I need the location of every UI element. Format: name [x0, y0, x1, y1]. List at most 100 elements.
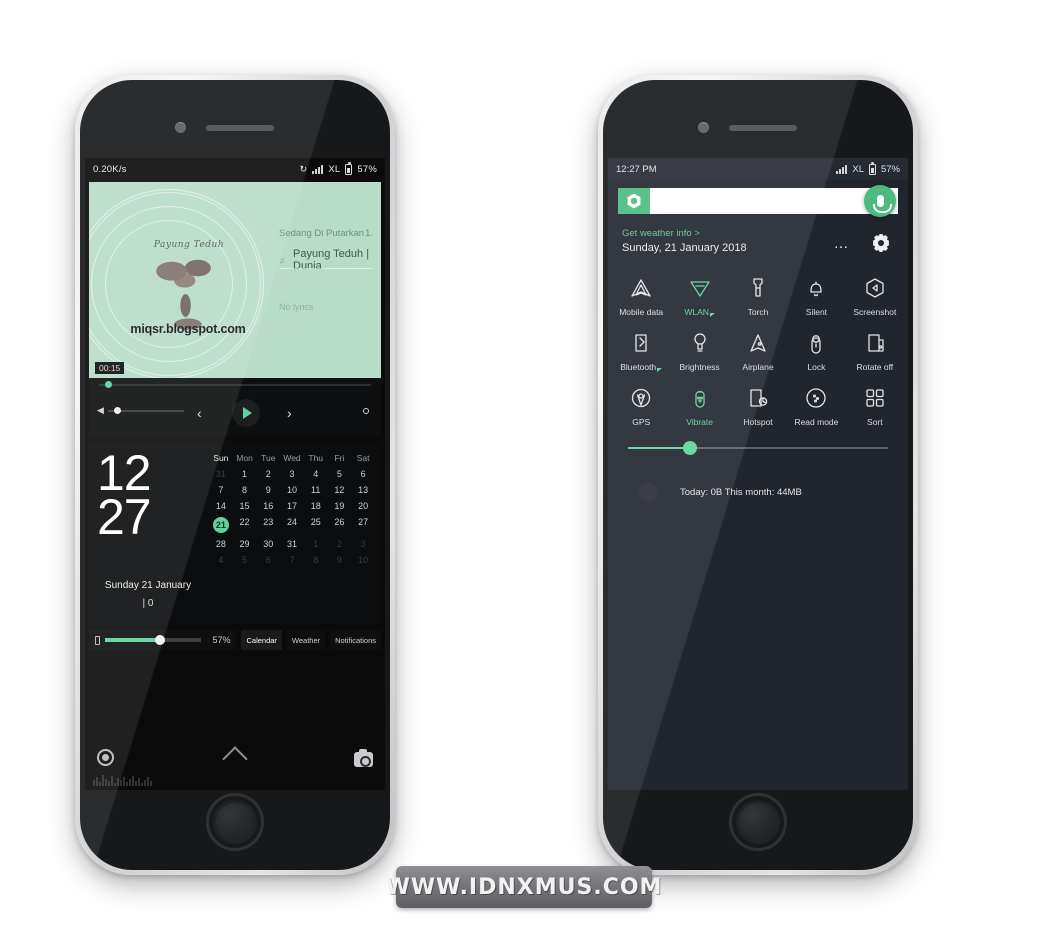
toggle-label: Bluetooth [620, 362, 663, 372]
calendar-day-cell[interactable]: 5 [328, 469, 352, 479]
volume-knob[interactable] [113, 406, 121, 414]
google-hex-icon[interactable] [618, 188, 650, 214]
toggle-silent[interactable]: Silent [787, 276, 845, 317]
gear-icon[interactable] [872, 234, 890, 252]
toggle-wlan[interactable]: WLAN [670, 276, 728, 317]
calendar-day-cell[interactable]: 9 [328, 555, 352, 565]
calendar-day-cell[interactable]: 19 [328, 501, 352, 511]
calendar-day-cell[interactable]: 10 [351, 555, 375, 565]
tab-calendar[interactable]: Calendar [241, 630, 282, 650]
calendar-day-cell[interactable]: 5 [233, 555, 257, 565]
calendar-day-cell[interactable]: 30 [256, 539, 280, 549]
toggle-sort[interactable]: Sort [846, 386, 904, 427]
toggle-vibrate[interactable]: Vibrate [670, 386, 728, 427]
calendar-day-cell[interactable]: 31 [209, 469, 233, 479]
toggle-row-3: GPS Vibrate Hotspot Read mode Sort [612, 386, 904, 427]
toggle-torch[interactable]: Torch [729, 276, 787, 317]
home-button[interactable] [730, 794, 786, 850]
calendar-day-cell[interactable]: 11 [304, 485, 328, 495]
music-widget[interactable]: Payung Teduh miqsr.blogspot.com Sedang D… [89, 182, 381, 436]
toggle-bluetooth[interactable]: Bluetooth [612, 331, 670, 372]
seek-bar[interactable] [89, 378, 381, 392]
calendar-day-cell[interactable]: 9 [256, 485, 280, 495]
calendar-day-cell[interactable]: 6 [351, 469, 375, 479]
tab-notifications[interactable]: Notifications [330, 630, 381, 650]
toggle-rotate-off[interactable]: Rotate off [846, 331, 904, 372]
search-input[interactable] [650, 188, 898, 214]
phone-left-top-bezel [80, 80, 390, 158]
calendar-day-cell[interactable]: 16 [256, 501, 280, 511]
brightness-knob[interactable] [683, 441, 698, 455]
album-url-text: miqsr.blogspot.com [130, 322, 246, 336]
play-icon[interactable] [232, 399, 260, 427]
record-ring-icon[interactable] [97, 749, 114, 766]
calendar-day-cell[interactable]: 23 [256, 517, 280, 533]
calendar-day-cell[interactable]: 2 [256, 469, 280, 479]
calendar-day-cell[interactable]: 29 [233, 539, 257, 549]
calendar-day-cell[interactable]: 8 [233, 485, 257, 495]
calendar-today-cell[interactable]: 21 [212, 517, 229, 533]
seek-knob[interactable] [105, 381, 112, 388]
calendar-day-cell[interactable]: 3 [280, 469, 304, 479]
home-button[interactable] [207, 794, 263, 850]
gps-pin-icon [629, 386, 653, 410]
calendar-day-cell[interactable]: 2 [328, 539, 352, 549]
calendar-day-cell[interactable]: 31 [280, 539, 304, 549]
brightness-slider[interactable] [628, 441, 888, 455]
left-status-bar: 0.20K/s ↻ XL 57% [85, 158, 385, 180]
net-speed-label: 0.20K/s [93, 163, 127, 175]
calendar-day-cell[interactable]: 6 [256, 555, 280, 565]
data-usage-icon [638, 482, 658, 502]
phone-right-body: 12:27 PM XL 57% Get weather info > Sunda… [603, 80, 913, 870]
calendar-day-cell[interactable]: 22 [233, 517, 257, 533]
calendar-day-cell[interactable]: 4 [209, 555, 233, 565]
toggle-gps[interactable]: GPS [612, 386, 670, 427]
calendar-day-cell[interactable]: 3 [351, 539, 375, 549]
calendar-day-cell[interactable]: 25 [304, 517, 328, 533]
sort-grid-icon [863, 386, 887, 410]
calendar-day-cell[interactable]: 21 [209, 517, 233, 533]
calendar-day-cell[interactable]: 27 [351, 517, 375, 533]
clock-minute: 27 [97, 489, 152, 545]
calendar-day-cell[interactable]: 7 [209, 485, 233, 495]
lock-icon [804, 331, 828, 355]
microphone-icon[interactable] [864, 185, 896, 217]
toggle-read-mode[interactable]: Read mode [787, 386, 845, 427]
toggle-brightness[interactable]: Brightness [670, 331, 728, 372]
calendar-day-cell[interactable]: 26 [328, 517, 352, 533]
calendar-day-cell[interactable]: 4 [304, 469, 328, 479]
calendar-day-cell[interactable]: 18 [304, 501, 328, 511]
calendar-day-cell[interactable]: 20 [351, 501, 375, 511]
calendar-day-cell[interactable]: 28 [209, 539, 233, 549]
settings-dot-icon[interactable] [363, 408, 369, 414]
more-dots-icon[interactable]: … [834, 236, 851, 251]
battery-knob[interactable] [154, 635, 165, 645]
search-bar[interactable] [618, 185, 898, 217]
toggle-mobile-data[interactable]: Mobile data [612, 276, 670, 317]
calendar-widget[interactable]: 12 27 Sunday 21 January | 0 Sun Mon Tue Wed… [89, 443, 381, 623]
calendar-day-cell[interactable]: 15 [233, 501, 257, 511]
calendar-day-cell[interactable]: 13 [351, 485, 375, 495]
calendar-day-cell[interactable]: 17 [280, 501, 304, 511]
next-icon[interactable]: › [287, 405, 292, 421]
toggle-hotspot[interactable]: Hotspot [729, 386, 787, 427]
volume-icon[interactable]: ◀ [97, 405, 104, 416]
weather-link[interactable]: Get weather info > [622, 228, 894, 239]
toggle-airplane[interactable]: Airplane [729, 331, 787, 372]
previous-icon[interactable]: ‹ [197, 405, 202, 421]
calendar-day-cell[interactable]: 14 [209, 501, 233, 511]
battery-slider[interactable]: 57% [89, 630, 237, 650]
calendar-day-cell[interactable]: 8 [304, 555, 328, 565]
toggle-lock[interactable]: Lock [787, 331, 845, 372]
toggle-screenshot[interactable]: Screenshot [846, 276, 904, 317]
calendar-day-cell[interactable]: 24 [280, 517, 304, 533]
tab-weather[interactable]: Weather [286, 630, 326, 650]
calendar-day-cell[interactable]: 1 [233, 469, 257, 479]
camera-icon[interactable] [354, 749, 373, 767]
calendar-day-cell[interactable]: 1 [304, 539, 328, 549]
volume-slider[interactable]: ◀ [97, 405, 184, 416]
calendar-day-cell[interactable]: 7 [280, 555, 304, 565]
calendar-day-cell[interactable]: 12 [328, 485, 352, 495]
chevron-up-icon[interactable] [224, 742, 246, 764]
calendar-day-cell[interactable]: 10 [280, 485, 304, 495]
